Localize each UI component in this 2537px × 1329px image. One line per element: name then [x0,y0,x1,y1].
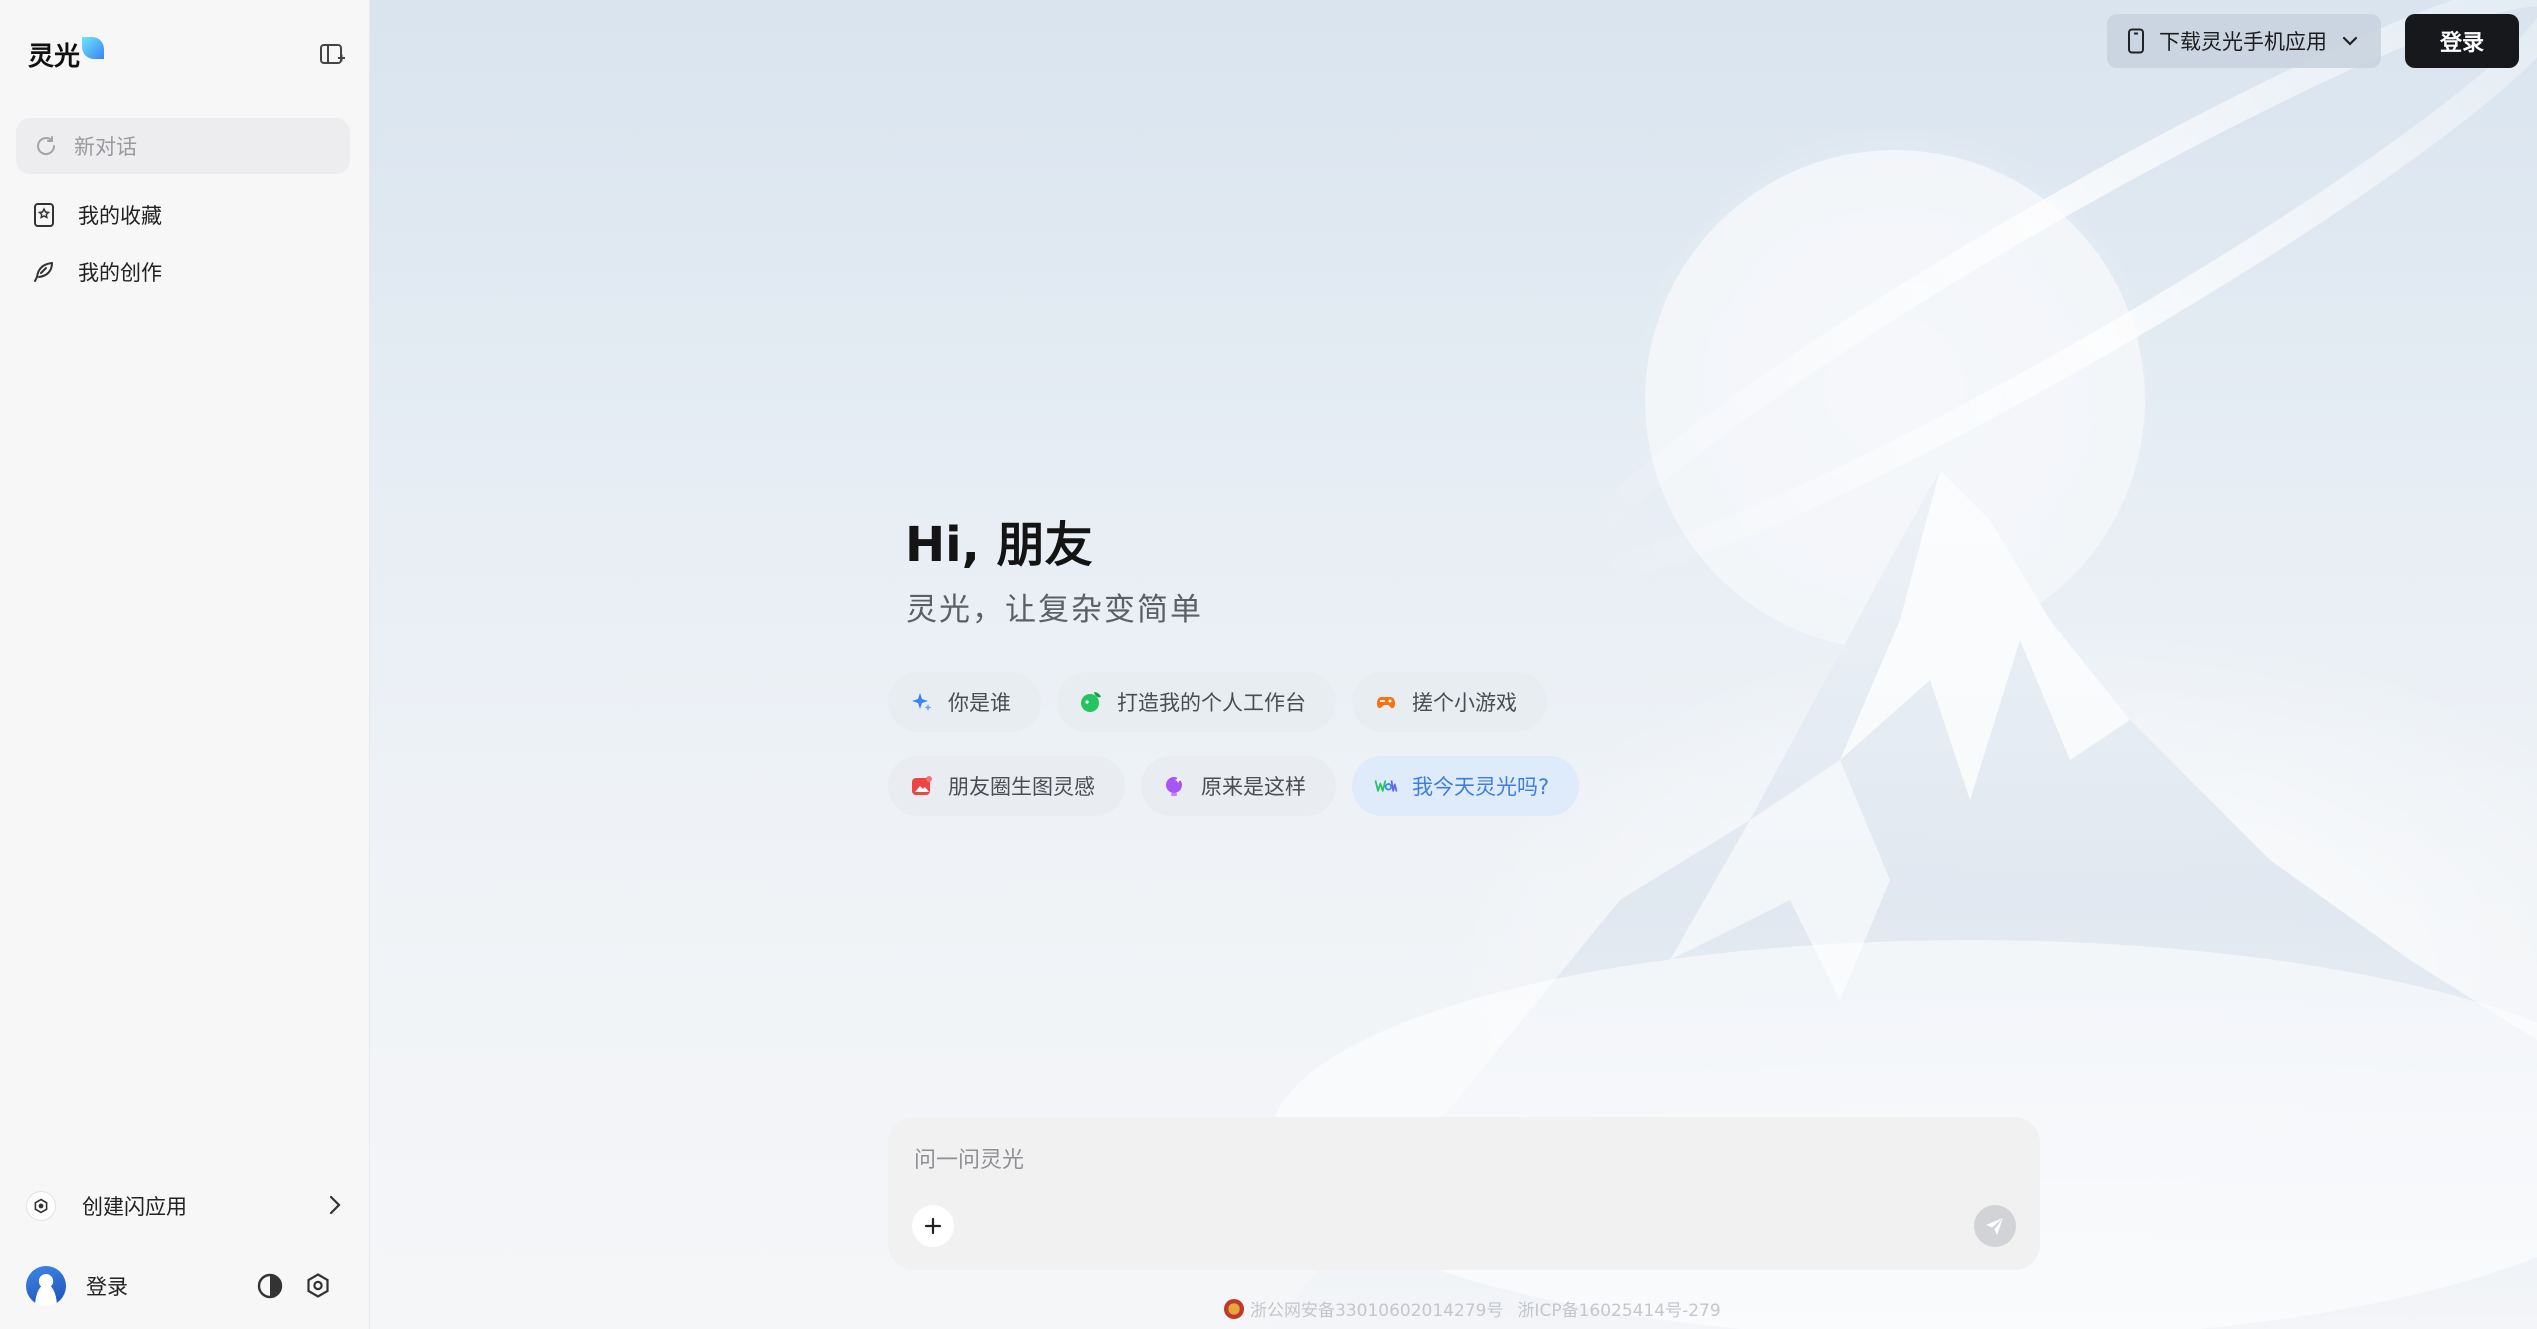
greeting-title: Hi, 朋友 [905,517,1093,573]
leaf-icon [1079,690,1103,714]
suggestion-chip-so-thats-how[interactable]: 原来是这样 [1141,756,1336,816]
sidebar-item-label: 我的收藏 [78,204,162,228]
sidebar-item-creations[interactable]: 我的创作 [32,257,162,287]
suggestion-chip-am-i-inspired[interactable]: 我今天灵光吗? [1352,756,1580,816]
police-badge-icon [1224,1298,1244,1319]
suggestion-row: 你是谁 打造我的个人工作台 搓个小游戏 [888,672,1595,732]
suggestion-label: 原来是这样 [1201,775,1306,799]
gear-icon [307,1273,329,1298]
send-icon [1986,1218,2003,1235]
icp-record-link[interactable]: 浙ICP备16025414号-279 [1517,1296,1720,1321]
new-chat-button[interactable]: 新对话 [16,118,350,174]
main-area: 下载灵光手机应用 登录 Hi, 朋友 灵光，让复杂变简单 你是谁 打造我的个人工… [370,0,2537,1329]
suggestion-chip-workspace[interactable]: 打造我的个人工作台 [1057,672,1336,732]
login-button[interactable]: 登录 [2405,14,2519,68]
chevron-down-icon [2342,36,2358,46]
create-app-label: 创建闪应用 [82,1195,187,1219]
bookmark-icon [34,203,54,227]
sidebar-item-favorites[interactable]: 我的收藏 [32,200,162,230]
suggestion-chips: 你是谁 打造我的个人工作台 搓个小游戏 朋友圈生图灵感 原来是这样 我今天灵光吗… [888,672,1595,840]
app-logo[interactable]: 灵光 [28,36,105,73]
police-record-link[interactable]: 浙公网安备33010602014279号 [1250,1296,1503,1321]
download-app-label: 下载灵光手机应用 [2159,30,2327,54]
contrast-icon [257,1273,283,1299]
top-actions: 下载灵光手机应用 登录 [2107,14,2519,68]
suggestion-label: 搓个小游戏 [1412,691,1517,715]
greeting-subtitle: 灵光，让复杂变简单 [906,592,1203,628]
create-flash-app-button[interactable]: 创建闪应用 [26,1186,342,1226]
suggestion-row: 朋友圈生图灵感 原来是这样 我今天灵光吗? [888,756,1595,816]
sidebar-item-label: 我的创作 [78,261,162,285]
phone-icon [2128,28,2144,54]
new-chat-label: 新对话 [74,135,137,159]
suggestion-label: 我今天灵光吗? [1412,775,1550,799]
suggestion-label: 你是谁 [948,691,1011,715]
suggestion-chip-moments-image[interactable]: 朋友圈生图灵感 [888,756,1125,816]
image-icon [910,774,934,798]
sidebar-toggle-icon [320,44,345,64]
suggestion-label: 朋友圈生图灵感 [948,775,1095,799]
logo-text: 灵光 [28,42,81,72]
chat-input[interactable] [912,1139,1996,1181]
game-icon [1374,690,1398,714]
sidebar-toggle-button[interactable] [318,40,348,70]
refresh-icon [37,136,56,155]
bulb-icon [1163,774,1187,798]
app-root: 灵光 新对话 我的收藏 我的创作 创建闪应用 登录 下载灵光手机应用 登录 Hi… [0,0,2537,1329]
sparkle-icon [910,690,934,714]
suggestion-chip-who-are-you[interactable]: 你是谁 [888,672,1041,732]
avatar[interactable] [26,1266,66,1306]
user-row: 登录 [26,1264,342,1308]
theme-toggle-button[interactable] [254,1270,286,1302]
plus-icon [924,1217,942,1235]
logo-spark-icon [82,36,105,59]
wow-icon [1374,774,1398,798]
create-app-icon [26,1191,56,1221]
attach-button[interactable] [912,1205,954,1247]
chevron-right-icon [329,1195,341,1215]
feather-icon [34,262,53,282]
settings-button[interactable] [302,1270,334,1302]
send-button[interactable] [1974,1205,2016,1247]
composer [888,1117,2040,1270]
suggestion-label: 打造我的个人工作台 [1117,691,1306,715]
sidebar-login-link[interactable]: 登录 [86,1271,128,1301]
footer: 浙公网安备33010602014279号 浙ICP备16025414号-279 [1224,1296,1721,1321]
suggestion-chip-mini-game[interactable]: 搓个小游戏 [1352,672,1547,732]
sidebar: 灵光 新对话 我的收藏 我的创作 创建闪应用 登录 [0,0,370,1329]
download-app-button[interactable]: 下载灵光手机应用 [2107,14,2381,68]
